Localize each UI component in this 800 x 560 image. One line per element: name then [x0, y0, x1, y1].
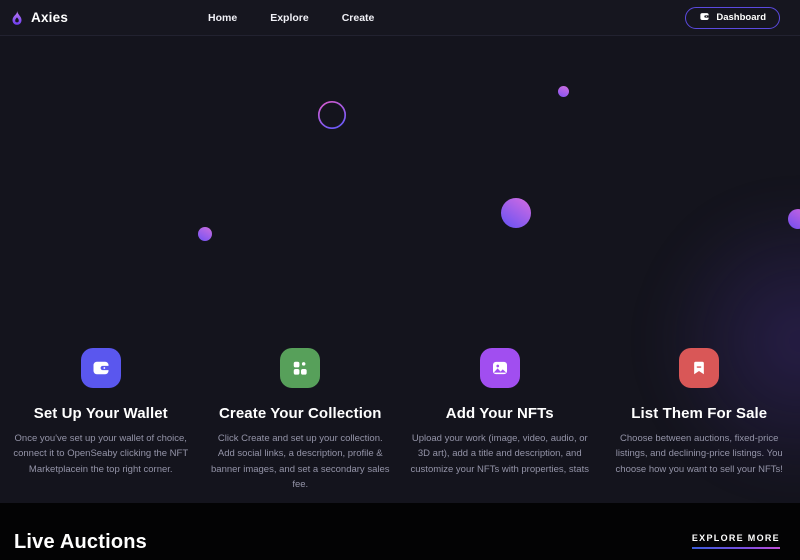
gradient-underline: [691, 546, 780, 549]
bookmark-icon: [679, 348, 720, 388]
feature-card-wallet: Set Up Your Wallet Once you've set up yo…: [8, 348, 194, 493]
feature-card-collection: Create Your Collection Click Create and …: [208, 348, 394, 493]
explore-more-link[interactable]: EXPLORE MORE: [691, 532, 780, 553]
image-icon: [479, 348, 520, 388]
feature-description: Upload your work (image, video, audio, o…: [410, 433, 589, 475]
decor-dot-medium: [198, 227, 212, 241]
category-icon: [280, 348, 321, 388]
decor-dot-small: [558, 86, 569, 97]
feature-title: Set Up Your Wallet: [33, 405, 168, 422]
feature-card-sale: List Them For Sale Choose between auctio…: [607, 348, 793, 493]
feature-description: Click Create and set up your collection.…: [211, 433, 390, 491]
nav-item-explore[interactable]: Explore: [270, 12, 309, 24]
page: Axies Home Explore Create Dashboard Set …: [0, 0, 800, 560]
feature-cards-row: Set Up Your Wallet Once you've set up yo…: [0, 348, 800, 493]
brand-name: Axies: [31, 10, 69, 25]
feature-description: Choose between auctions, fixed-price lis…: [615, 433, 783, 475]
feature-card-nfts: Add Your NFTs Upload your work (image, v…: [407, 348, 593, 493]
dashboard-button-label: Dashboard: [716, 12, 766, 23]
explore-more-label: EXPLORE MORE: [691, 532, 780, 543]
feature-title: Create Your Collection: [218, 405, 382, 422]
decor-ring-circle: [317, 100, 347, 135]
flame-icon: [8, 9, 26, 27]
main-nav: Home Explore Create: [208, 0, 374, 35]
feature-title: Add Your NFTs: [445, 405, 554, 422]
nav-item-home[interactable]: Home: [208, 12, 237, 24]
feature-title: List Them For Sale: [631, 405, 768, 422]
wallet-icon: [80, 348, 121, 388]
brand-logo[interactable]: Axies: [8, 9, 68, 27]
dashboard-button[interactable]: Dashboard: [685, 6, 780, 29]
feature-description: Once you've set up your wallet of choice…: [13, 433, 189, 475]
decor-circle-large: [501, 198, 531, 228]
hero-section: Set Up Your Wallet Once you've set up yo…: [0, 36, 800, 503]
top-navbar: Axies Home Explore Create Dashboard: [0, 0, 800, 36]
nav-item-create[interactable]: Create: [342, 12, 375, 24]
live-auctions-heading: Live Auctions: [14, 531, 147, 553]
live-auctions-section: Live Auctions EXPLORE MORE: [0, 503, 800, 560]
wallet-icon: [699, 11, 710, 25]
